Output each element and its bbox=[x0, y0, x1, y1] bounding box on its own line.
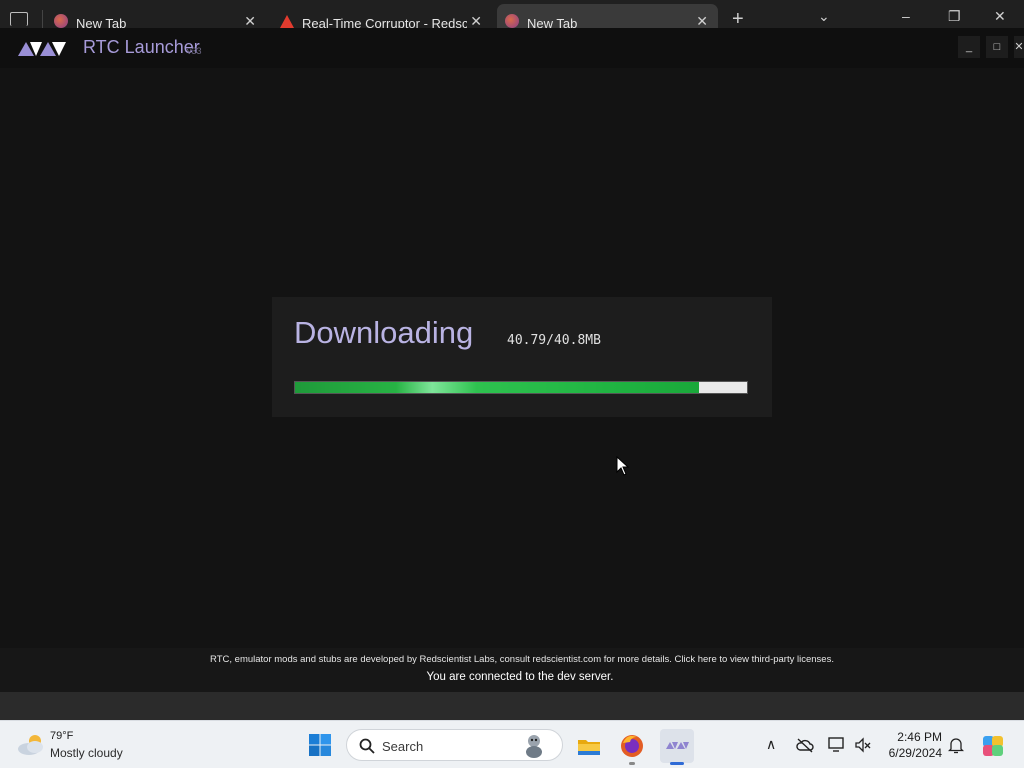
window-close-button[interactable]: ✕ bbox=[994, 8, 1006, 25]
weather-desc: Mostly cloudy bbox=[50, 746, 123, 760]
file-explorer-button[interactable] bbox=[572, 729, 606, 763]
clock-time: 2:46 PM bbox=[897, 730, 942, 744]
copilot-icon[interactable] bbox=[980, 733, 1006, 759]
search-icon bbox=[359, 738, 375, 754]
taskbar: 79°F Mostly cloudy Search ∧ 2:46 PM 6/29… bbox=[0, 720, 1024, 768]
firefox-icon bbox=[505, 14, 519, 28]
download-progress-bar bbox=[294, 381, 748, 394]
search-highlight-icon bbox=[526, 735, 542, 758]
app-version: v33 bbox=[187, 46, 202, 56]
download-size: 40.79/40.8MB bbox=[507, 333, 601, 348]
clock-date: 6/29/2024 bbox=[888, 746, 942, 760]
browser-tab[interactable]: Real-Time Corruptor - Redscientist ✕ bbox=[272, 4, 492, 31]
app-header: RTC Launcher v33 _ □ ✕ bbox=[0, 28, 1024, 68]
download-heading: Downloading bbox=[294, 315, 474, 350]
search-label: Search bbox=[382, 739, 424, 754]
tab-separator bbox=[42, 10, 43, 30]
warning-icon bbox=[280, 15, 294, 28]
browser-tab-strip: New Tab ✕ Real-Time Corruptor - Redscien… bbox=[0, 0, 1024, 31]
server-status: You are connected to the dev server. bbox=[426, 671, 614, 683]
download-panel: Downloading 40.79/40.8MB bbox=[272, 297, 772, 417]
cloudy-weather-icon bbox=[18, 735, 43, 755]
tab-overview-icon[interactable] bbox=[10, 12, 28, 26]
rtc-launcher-icon bbox=[666, 742, 689, 749]
license-note-link[interactable]: RTC, emulator mods and stubs are develop… bbox=[0, 654, 1024, 665]
notification-bell-icon[interactable] bbox=[948, 736, 964, 754]
mouse-cursor-icon bbox=[616, 456, 630, 476]
app-maximize-button[interactable]: □ bbox=[986, 36, 1008, 58]
window-minimize-button[interactable]: – bbox=[902, 8, 910, 24]
start-icon[interactable] bbox=[308, 733, 332, 757]
running-indicator bbox=[629, 762, 635, 765]
window-restore-button[interactable]: ❐ bbox=[948, 8, 961, 25]
rtc-launcher-window: RTC Launcher v33 _ □ ✕ Downloading 40.79… bbox=[0, 28, 1024, 692]
download-progress-fill bbox=[295, 382, 699, 393]
rtc-logo-icon bbox=[18, 42, 66, 56]
browser-tab-active[interactable]: New Tab ✕ bbox=[497, 4, 718, 31]
tray-overflow-chevron-icon[interactable]: ∧ bbox=[766, 736, 776, 753]
browser-tab[interactable]: New Tab ✕ bbox=[46, 4, 266, 31]
weather-temp: 79°F bbox=[50, 730, 74, 742]
file-explorer-icon bbox=[578, 740, 600, 755]
window-bottom-edge bbox=[0, 692, 1024, 720]
display-network-icon[interactable] bbox=[828, 736, 846, 754]
taskbar-search-box[interactable]: Search bbox=[346, 729, 563, 761]
onedrive-offline-icon[interactable] bbox=[796, 737, 814, 753]
firefox-icon bbox=[54, 14, 68, 28]
tab-list-button[interactable]: ⌄ bbox=[818, 8, 830, 25]
firefox-taskbar-button[interactable] bbox=[615, 729, 649, 765]
firefox-icon bbox=[621, 735, 643, 757]
active-indicator bbox=[670, 762, 684, 765]
app-title: RTC Launcher bbox=[83, 37, 200, 57]
app-minimize-button[interactable]: _ bbox=[958, 36, 980, 58]
app-close-button[interactable]: ✕ bbox=[1014, 36, 1024, 58]
rtc-launcher-taskbar-button[interactable] bbox=[660, 729, 694, 765]
